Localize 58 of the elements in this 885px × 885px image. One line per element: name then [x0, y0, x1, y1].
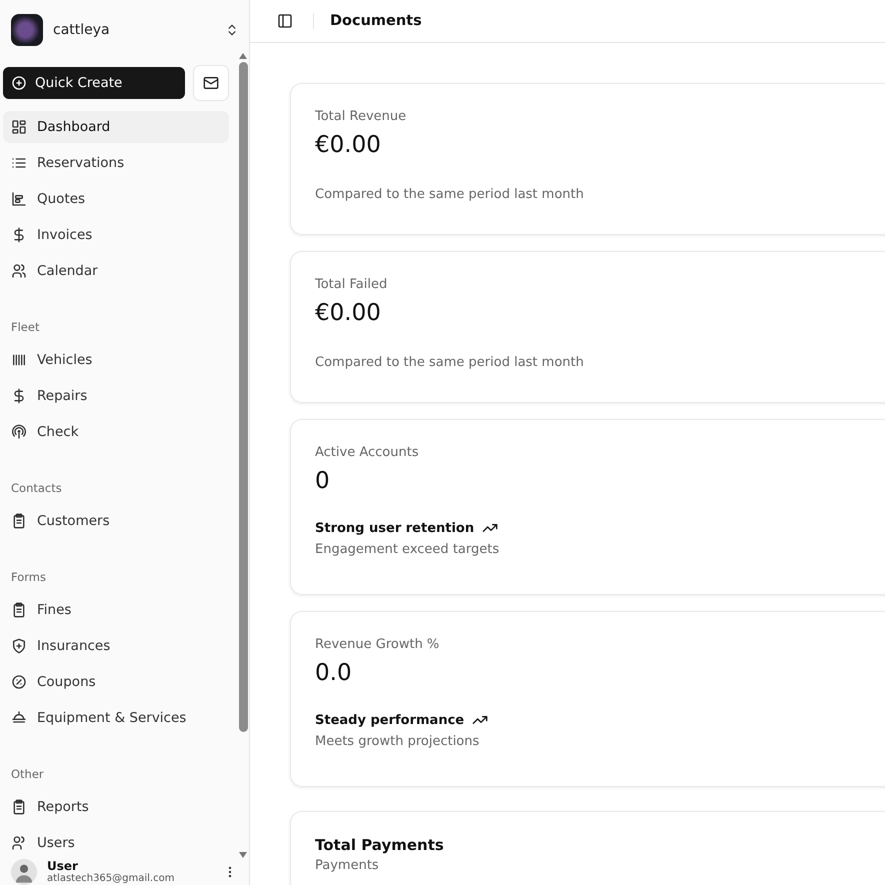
barcode-icon [11, 352, 27, 368]
quick-create-button[interactable]: Quick Create [3, 67, 185, 99]
section-label: Forms [10, 570, 47, 584]
nav-item[interactable]: Users [3, 827, 229, 859]
nav-item[interactable]: Repairs [3, 380, 229, 412]
card-title: Total Payments [315, 836, 445, 854]
card-title: Active Accounts [315, 445, 420, 460]
nav-item[interactable]: Fines [3, 594, 229, 626]
card-subtitle: Payments [315, 858, 380, 873]
shield-icon [11, 638, 27, 654]
card-title: Total Failed [315, 277, 388, 292]
scroll-up-icon[interactable] [238, 52, 248, 60]
card-value: €0.00 [315, 300, 382, 326]
nav-item[interactable]: Customers [3, 505, 229, 537]
mail-button[interactable] [193, 65, 229, 101]
mail-icon [203, 75, 219, 91]
nav-item[interactable]: Insurances [3, 630, 229, 662]
users-icon [11, 263, 27, 279]
sidebar-toggle-icon[interactable] [277, 13, 293, 29]
workspace-logo [11, 14, 43, 46]
card-description: Meets growth projections [315, 734, 480, 749]
nav-item[interactable]: Dashboard [3, 111, 229, 143]
nav-item[interactable]: Quotes [3, 183, 229, 215]
section-label: Other [10, 767, 45, 781]
clipboard-icon [11, 799, 27, 815]
trend-label: Strong user retention [315, 520, 474, 536]
card-description: Engagement exceed targets [315, 542, 500, 557]
clipboard-icon [11, 513, 27, 529]
nav-item[interactable]: Invoices [3, 219, 229, 251]
user-name: User [47, 860, 79, 872]
card-value: 0 [315, 468, 331, 494]
card-value: €0.00 [315, 132, 382, 158]
percent-badge-icon [11, 674, 27, 690]
nav-item[interactable]: Coupons [3, 666, 229, 698]
users-icon [11, 835, 27, 851]
trend-label: Steady performance [315, 712, 464, 728]
scroll-down-icon[interactable] [238, 851, 248, 859]
dashboard-icon [11, 119, 27, 135]
page-title: Documents [330, 13, 422, 29]
section-label: Contacts [10, 481, 63, 495]
chart-icon [11, 191, 27, 207]
section-label: Fleet [10, 320, 40, 334]
podcast-icon [11, 424, 27, 440]
card-description: Compared to the same period last month [315, 187, 585, 202]
user-email: atlastech365@gmail.com [47, 872, 176, 884]
nav-item[interactable]: Reports [3, 791, 229, 823]
nav-item[interactable]: Equipment & Services [3, 702, 229, 734]
card-description: Compared to the same period last month [315, 355, 585, 370]
card-title: Total Revenue [315, 109, 408, 124]
nav-item[interactable]: Check [3, 416, 229, 448]
nav-item[interactable]: Reservations [3, 147, 229, 179]
nav-item[interactable]: Vehicles [3, 344, 229, 376]
card-title: Revenue Growth % [315, 637, 440, 652]
nav-item[interactable]: Calendar [3, 255, 229, 287]
clipboard-icon [11, 602, 27, 618]
plus-circle-icon [11, 75, 27, 91]
card-value: 0.0 [315, 660, 353, 686]
workspace-name[interactable]: cattleya [53, 22, 215, 38]
